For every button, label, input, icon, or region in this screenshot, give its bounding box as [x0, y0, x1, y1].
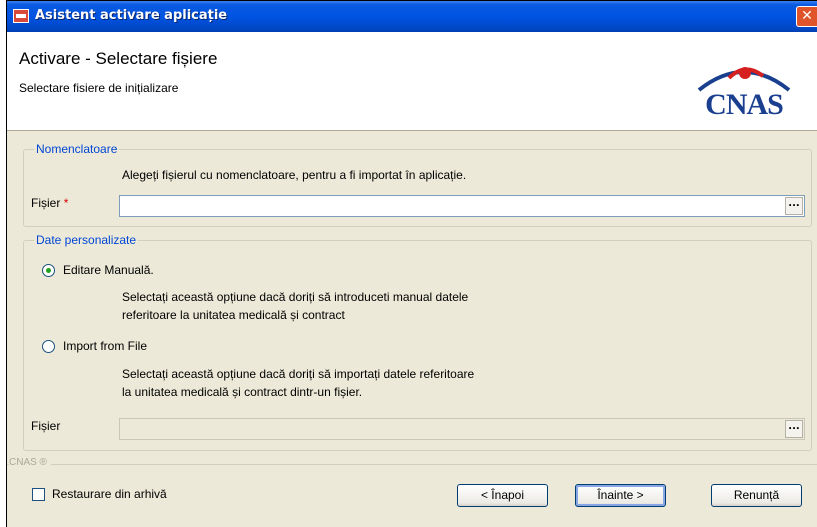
import-from-file-radio[interactable] [42, 340, 55, 353]
editare-manuala-radio[interactable] [42, 264, 55, 277]
wizard-header: Activare - Selectare fișiere Selectare f… [7, 32, 817, 131]
editare-manuala-desc-1: Selectați această opțiune dacă doriți să… [122, 290, 469, 304]
close-icon: ✕ [801, 8, 813, 24]
nomenclatoare-file-input[interactable]: ... [119, 195, 805, 217]
nomenclatoare-description: Alegeți fișierul cu nomenclatoare, pentr… [122, 168, 467, 182]
nomenclatoare-browse-button[interactable]: ... [785, 197, 803, 215]
cnas-brand-mark: CNAS ® [9, 457, 51, 468]
date-personalizate-legend: Date personalizate [34, 233, 139, 247]
file-label-text: Fișier [31, 196, 61, 210]
required-marker: * [63, 196, 69, 210]
next-button[interactable]: Înainte > [575, 484, 666, 507]
editare-manuala-label[interactable]: Editare Manuală. [63, 263, 154, 277]
wizard-window: Asistent activare aplicație ✕ Activare -… [6, 0, 817, 527]
logo-text: CNAS [705, 88, 784, 121]
title-bar[interactable]: Asistent activare aplicație ✕ [7, 1, 817, 32]
footer-separator [7, 464, 817, 465]
import-from-file-label[interactable]: Import from File [63, 339, 147, 353]
editare-manuala-desc-2: referitoare la unitatea medicală și cont… [122, 308, 345, 322]
page-subtitle: Selectare fisiere de inițializare [19, 81, 179, 95]
window-title: Asistent activare aplicație [35, 8, 228, 23]
page-title: Activare - Selectare fișiere [19, 49, 218, 68]
cancel-button[interactable]: Renunță [711, 484, 802, 507]
import-browse-button[interactable]: ... [785, 420, 803, 438]
restaurare-label[interactable]: Restaurare din arhivă [52, 487, 167, 501]
app-icon [13, 9, 29, 23]
back-button[interactable]: < Înapoi [457, 484, 548, 507]
cnas-logo: CNAS [685, 60, 803, 121]
restaurare-checkbox[interactable] [32, 488, 45, 501]
nomenclatoare-file-label: Fișier * [31, 196, 68, 210]
close-button[interactable]: ✕ [796, 6, 817, 27]
nomenclatoare-legend: Nomenclatoare [34, 142, 120, 156]
import-file-label: Fișier [31, 419, 61, 433]
import-file-input[interactable]: ... [119, 418, 805, 440]
import-from-file-desc-2: la unitatea medicală și contract dintr-u… [122, 385, 363, 399]
import-from-file-desc-1: Selectați această opțiune dacă doriți să… [122, 367, 475, 381]
